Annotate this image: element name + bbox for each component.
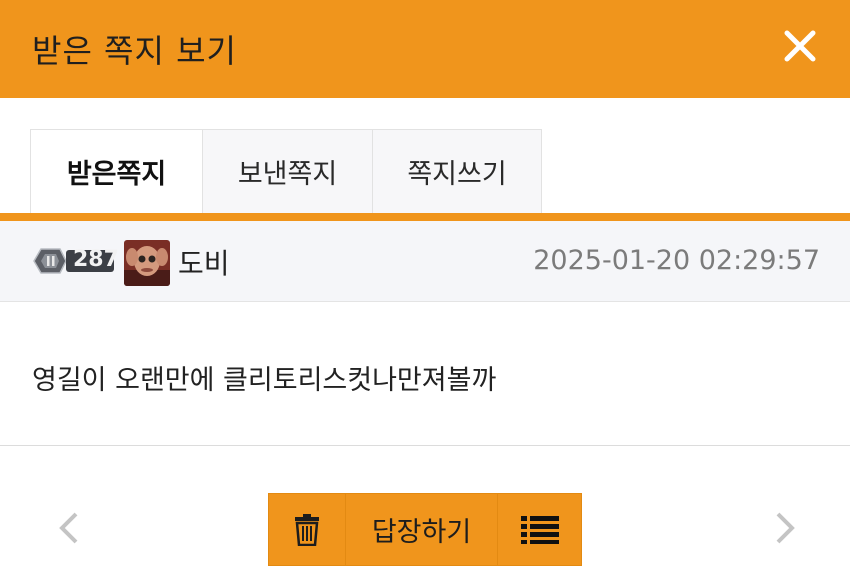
message-date: 2025-01-20 02:29:57 <box>533 245 820 276</box>
message-header: 287 도비 2025-01-20 02:29:57 <box>0 221 850 302</box>
close-icon[interactable] <box>780 26 820 66</box>
action-bar: 답장하기 <box>268 493 582 566</box>
page-title: 받은 쪽지 보기 <box>32 32 237 70</box>
level-number: 287 <box>73 247 119 272</box>
level-badge: 287 <box>32 246 119 276</box>
message-body: 영길이 오랜만에 클리토리스컷나만져볼까 <box>32 365 497 396</box>
delete-button[interactable] <box>268 493 346 566</box>
list-button[interactable] <box>497 493 582 566</box>
chevron-right-icon[interactable] <box>772 510 798 546</box>
list-icon <box>520 515 559 544</box>
tab-received[interactable]: 받은쪽지 <box>30 129 203 213</box>
avatar-image <box>124 240 170 286</box>
reply-button[interactable]: 답장하기 <box>345 493 498 566</box>
tab-divider <box>0 213 850 221</box>
avatar[interactable] <box>124 240 170 286</box>
tab-sent[interactable]: 보낸쪽지 <box>202 129 373 213</box>
tab-write[interactable]: 쪽지쓰기 <box>372 129 542 213</box>
chevron-left-icon[interactable] <box>56 510 82 546</box>
body-divider <box>0 445 850 446</box>
header-bar: 받은 쪽지 보기 <box>0 0 850 98</box>
trash-icon <box>295 513 319 546</box>
message-tabs: 받은쪽지 보낸쪽지 쪽지쓰기 <box>30 129 542 214</box>
sender-name[interactable]: 도비 <box>178 242 230 282</box>
